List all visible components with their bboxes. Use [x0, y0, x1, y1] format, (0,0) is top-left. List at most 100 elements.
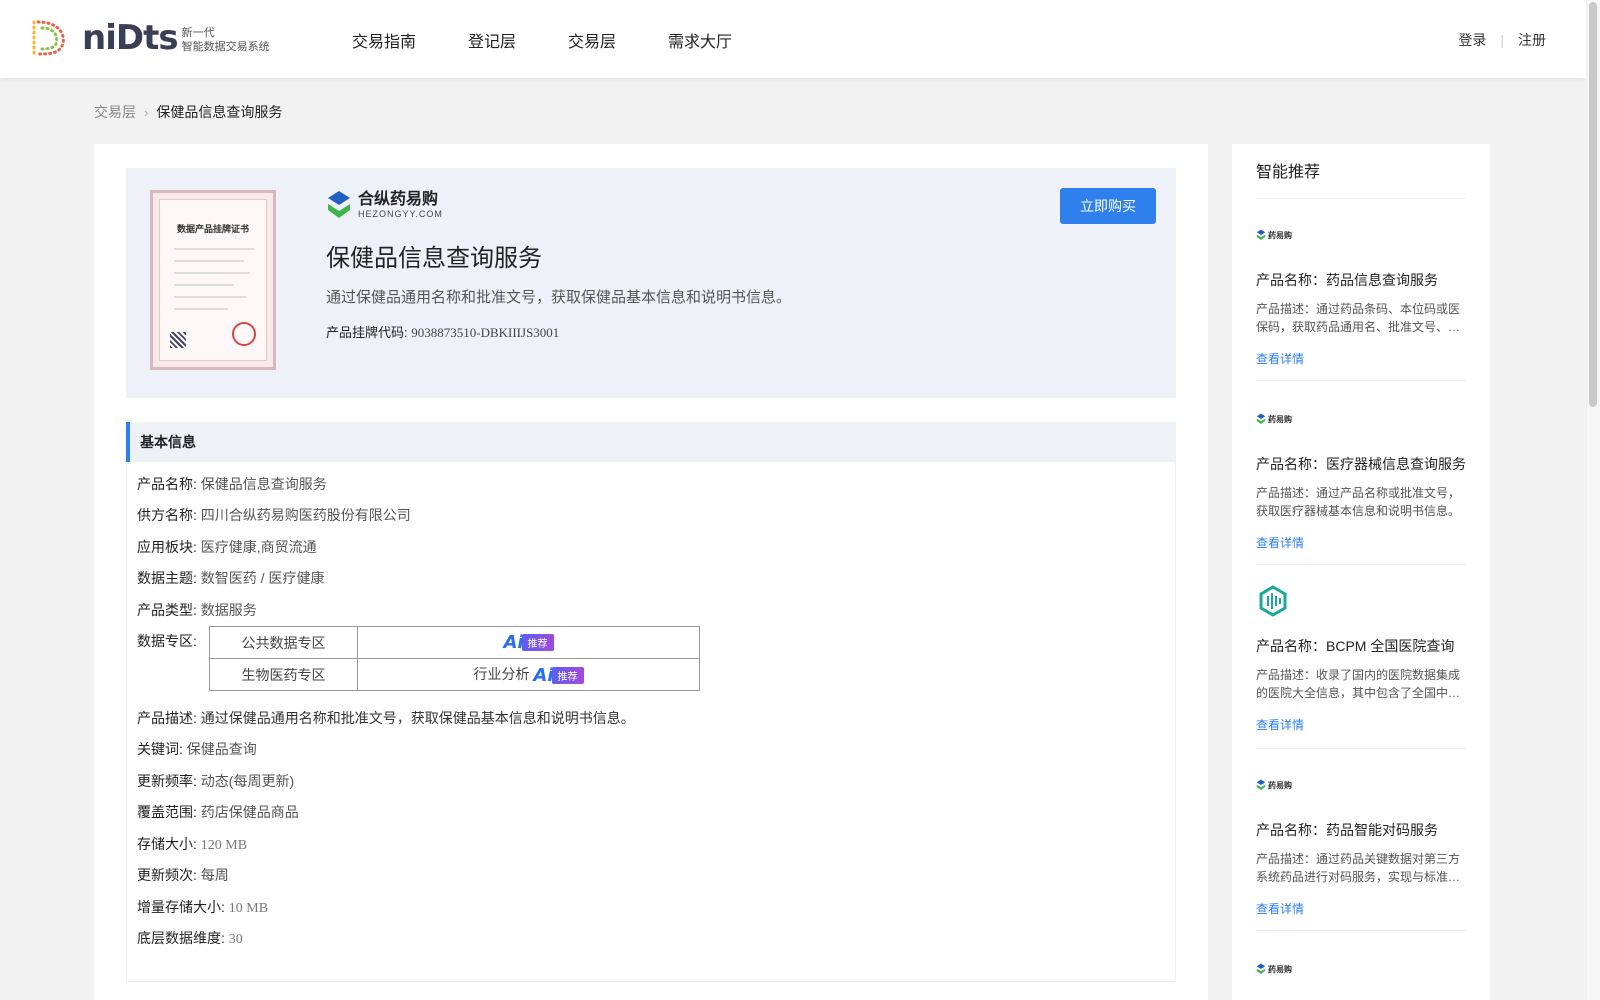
scrollbar-thumb[interactable] — [1589, 2, 1597, 407]
info-storage-size: 存储大小: 120 MB — [137, 834, 247, 854]
info-type: 产品类型: 数据服务 — [137, 600, 257, 620]
nav-demand-hall[interactable]: 需求大厅 — [668, 28, 732, 52]
supplier-brand-logo: 合纵药易购 HEZONGYY.COM — [326, 190, 443, 220]
register-link[interactable]: 注册 — [1518, 30, 1546, 50]
brand-name-en: HEZONGYY.COM — [358, 209, 443, 219]
list-item[interactable]: 药易购 产品名称：药品智能对码服务 产品描述：通过药品关键数据对第三方系统药品进… — [1256, 768, 1466, 917]
ai-recommend-badge[interactable]: Ai 推荐 — [533, 664, 584, 686]
listing-code-label: 产品挂牌代码: — [326, 325, 408, 340]
breadcrumb-current: 保健品信息查询服务 — [156, 104, 283, 120]
hezong-logo-icon — [1256, 229, 1266, 240]
view-details-link[interactable]: 查看详情 — [1256, 900, 1466, 917]
info-value: 保健品信息查询服务 — [200, 476, 327, 492]
info-label: 产品描述: — [137, 710, 197, 726]
rec-product-name: 产品名称：药品信息查询服务 — [1256, 272, 1438, 288]
info-topic: 数据主题: 数智医药 / 医疗健康 — [137, 568, 324, 588]
qr-code-icon — [170, 332, 186, 348]
info-product-name: 产品名称: 保健品信息查询服务 — [137, 474, 327, 494]
mini-brand: 药易购 — [1256, 413, 1292, 425]
rec-product-name: 产品名称：医疗器械信息查询服务 — [1256, 456, 1466, 472]
list-item[interactable]: 产品名称：BCPM 全国医院查询 产品描述：收录了国内的医院数据集成的医院大全信… — [1256, 584, 1466, 733]
top-header: niDts 新一代 智能数据交易系统 交易指南 登记层 交易层 需求大厅 登录 … — [0, 0, 1586, 78]
view-details-link[interactable]: 查看详情 — [1256, 716, 1466, 733]
certificate-line — [174, 308, 228, 310]
info-value: 30 — [228, 932, 243, 947]
info-label: 关键词: — [137, 741, 183, 757]
smart-recommendations: 智能推荐 药易购 产品名称：药品信息查询服务 产品描述：通过药品条码、本位码或医… — [1232, 144, 1490, 1000]
info-label: 数据专区: — [137, 633, 197, 649]
logo-subtitle: 新一代 智能数据交易系统 — [182, 26, 270, 54]
zone-value: 行业分析 Ai 推荐 — [357, 658, 700, 691]
certificate-title: 数据产品挂牌证书 — [176, 224, 249, 234]
recommend-tag: 推荐 — [551, 667, 584, 685]
breadcrumb-parent[interactable]: 交易层 — [94, 102, 136, 122]
product-detail-panel: 数据产品挂牌证书 合纵药易购 HEZONGYY.COM 保健品信息查询服务 通过… — [94, 144, 1208, 1000]
rec-product-desc: 产品描述：通过药品关键数据对第三方系统药品进行对码服务，实现与标准… — [1256, 852, 1461, 884]
view-details-link[interactable]: 查看详情 — [1256, 350, 1466, 367]
certificate-line — [174, 248, 254, 250]
mini-brand-text: 药易购 — [1268, 230, 1292, 240]
hezong-logo-icon — [1256, 963, 1266, 974]
rec-brand-logo: 药易购 — [1256, 402, 1466, 436]
info-update-frequency: 更新频率: 动态(每周更新) — [137, 771, 294, 791]
info-label: 更新频率: — [137, 773, 197, 789]
info-value: 数据服务 — [200, 602, 257, 618]
logo-subtitle-line2: 智能数据交易系统 — [181, 41, 270, 53]
info-label: 数据主题: — [137, 570, 197, 586]
info-label: 产品类型: — [137, 602, 197, 618]
listing-certificate-image[interactable]: 数据产品挂牌证书 — [150, 190, 276, 370]
login-link[interactable]: 登录 — [1458, 30, 1486, 50]
rec-product-desc: 产品描述：通过产品名称或批准文号，获取医疗器械基本信息和说明书信息。 — [1256, 486, 1461, 518]
mini-brand: 药易购 — [1256, 963, 1292, 975]
auth-links: 登录 | 注册 — [1458, 30, 1546, 50]
bcpm-logo-icon — [1259, 585, 1287, 617]
list-item[interactable]: 药易购 产品名称：医疗器械信息查询服务 产品描述：通过产品名称或批准文号，获取医… — [1256, 402, 1466, 551]
listing-code: 产品挂牌代码: 9038873510-DBKIIIJS3001 — [326, 322, 559, 341]
auth-divider: | — [1500, 32, 1504, 48]
divider — [1256, 930, 1466, 931]
rec-product-desc: 产品描述：收录了国内的医院数据集成的医院大全信息，其中包含了全国中… — [1256, 668, 1461, 700]
info-value: 四川合纵药易购医药股份有限公司 — [200, 507, 411, 523]
list-item[interactable]: 药易购 产品名称：药品信息查询服务 产品描述：通过药品条码、本位码或医保码，获取… — [1256, 218, 1466, 367]
rec-product-desc: 产品描述：通过药品条码、本位码或医保码，获取药品通用名、批准文号、… — [1256, 302, 1461, 334]
info-supplier: 供方名称: 四川合纵药易购医药股份有限公司 — [137, 505, 411, 525]
nav-trade-guide[interactable]: 交易指南 — [352, 28, 416, 52]
list-item[interactable]: 药易购 — [1256, 952, 1466, 986]
red-seal-icon — [232, 322, 256, 346]
nav-registration-layer[interactable]: 登记层 — [468, 28, 516, 52]
product-hero: 数据产品挂牌证书 合纵药易购 HEZONGYY.COM 保健品信息查询服务 通过… — [126, 168, 1176, 398]
info-label: 存储大小: — [137, 836, 197, 852]
certificate-line — [174, 296, 246, 298]
zone-name: 生物医药专区 — [209, 658, 358, 691]
logo-d-icon — [32, 20, 65, 56]
info-update-times: 更新频次: 每周 — [137, 865, 229, 885]
divider — [1256, 198, 1466, 199]
info-value: 药店保健品商品 — [200, 804, 299, 820]
info-label: 更新频次: — [137, 867, 197, 883]
nav-trading-layer[interactable]: 交易层 — [568, 28, 616, 52]
divider — [1256, 564, 1466, 565]
info-value: 保健品查询 — [186, 741, 257, 757]
brand-text: 合纵药易购 HEZONGYY.COM — [358, 191, 443, 219]
recommend-tag: 推荐 — [521, 634, 554, 652]
certificate-line — [174, 284, 234, 286]
info-value: 每周 — [200, 867, 229, 883]
info-label: 增量存储大小: — [137, 899, 225, 915]
info-data-dimension: 底层数据维度: 30 — [137, 928, 243, 948]
data-zone-table: 公共数据专区 Ai 推荐 生物医药专区 行业分析 Ai 推荐 — [209, 626, 700, 691]
mini-brand: 药易购 — [1256, 229, 1292, 241]
info-sector: 应用板块: 医疗健康,商贸流通 — [137, 537, 317, 557]
ai-recommend-badge[interactable]: Ai 推荐 — [503, 633, 554, 652]
ai-icon: Ai — [533, 664, 554, 686]
page-scrollbar[interactable] — [1586, 0, 1600, 1000]
rec-brand-logo: 药易购 — [1256, 952, 1466, 986]
site-logo[interactable]: niDts 新一代 智能数据交易系统 — [28, 18, 270, 58]
view-details-link[interactable]: 查看详情 — [1256, 534, 1466, 551]
info-keywords: 关键词: 保健品查询 — [137, 739, 257, 759]
buy-now-button[interactable]: 立即购买 — [1060, 188, 1156, 224]
logo-subtitle-line1: 新一代 — [181, 27, 215, 39]
listing-code-value: 9038873510-DBKIIIJS3001 — [411, 325, 560, 340]
info-value: 120 MB — [200, 838, 248, 853]
mini-brand: 药易购 — [1256, 779, 1292, 791]
info-value: 通过保健品通用名称和批准文号，获取保健品基本信息和说明书信息。 — [200, 710, 635, 726]
